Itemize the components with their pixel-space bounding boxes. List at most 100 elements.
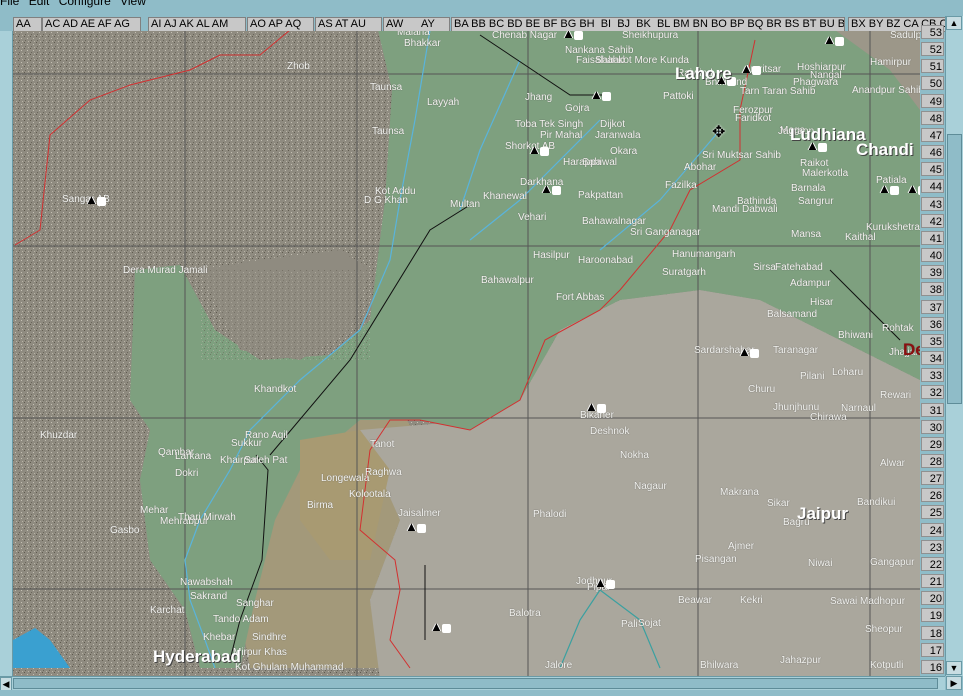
military-unit-marker[interactable]: ▲ bbox=[85, 193, 107, 207]
city-label-major: Ludhiana bbox=[790, 125, 866, 144]
row-header[interactable]: 20 bbox=[921, 591, 944, 606]
row-header[interactable]: 36 bbox=[921, 316, 944, 331]
military-unit-marker[interactable]: ▲ bbox=[594, 576, 616, 590]
menu-file[interactable]: File bbox=[0, 0, 19, 8]
city-label: Nokha bbox=[620, 450, 649, 461]
row-header[interactable]: 40 bbox=[921, 248, 944, 263]
row-header[interactable]: 17 bbox=[921, 642, 944, 657]
map-view[interactable]: Dera Ismail KhanMalanaBhakkarZhobTaunsaL… bbox=[13, 31, 920, 676]
vertical-scroll-thumb[interactable] bbox=[947, 134, 962, 404]
city-label: Larkana bbox=[175, 451, 212, 462]
row-header[interactable]: 38 bbox=[921, 282, 944, 297]
military-unit-marker[interactable]: ▲ bbox=[906, 182, 920, 196]
row-header[interactable]: 39 bbox=[921, 265, 944, 280]
city-label: Mehar bbox=[140, 505, 169, 516]
row-header[interactable]: 26 bbox=[921, 488, 944, 503]
row-header[interactable]: 18 bbox=[921, 625, 944, 640]
column-header[interactable]: AO AP AQ bbox=[247, 17, 314, 32]
city-label: Toba Tek Singh bbox=[515, 119, 584, 130]
unit-flag-icon bbox=[890, 186, 899, 195]
row-header[interactable]: 48 bbox=[921, 110, 944, 125]
military-unit-marker[interactable]: ▲ bbox=[585, 400, 607, 414]
row-header[interactable]: 42 bbox=[921, 213, 944, 228]
column-header[interactable]: BA BB BC BD BE BF BG BH BI BJ BK BL BM B… bbox=[451, 17, 845, 32]
row-header[interactable]: 41 bbox=[921, 230, 944, 245]
menu-view[interactable]: View bbox=[120, 0, 146, 8]
column-header[interactable]: AI AJ AK AL AM bbox=[148, 17, 246, 32]
military-unit-marker[interactable]: ▲ bbox=[738, 345, 760, 359]
city-label: Pattoki bbox=[663, 91, 694, 102]
city-label: Sheikhupura bbox=[622, 31, 679, 41]
horizontal-scroll-thumb[interactable] bbox=[13, 678, 938, 689]
city-label: Zhob bbox=[287, 61, 310, 72]
row-header[interactable]: 30 bbox=[921, 419, 944, 434]
military-unit-marker[interactable]: ▲ bbox=[540, 182, 562, 196]
scroll-left-button[interactable]: ◀ bbox=[0, 677, 12, 691]
row-header[interactable]: 45 bbox=[921, 162, 944, 177]
row-header[interactable]: 35 bbox=[921, 333, 944, 348]
row-header[interactable]: 43 bbox=[921, 196, 944, 211]
menu-configure[interactable]: Configure bbox=[59, 0, 111, 8]
row-header[interactable]: 53 bbox=[921, 25, 944, 39]
row-header[interactable]: 51 bbox=[921, 59, 944, 74]
row-header[interactable]: 49 bbox=[921, 93, 944, 108]
city-label: Jaisalmer bbox=[398, 508, 441, 519]
row-header[interactable]: 28 bbox=[921, 454, 944, 468]
row-header[interactable]: 34 bbox=[921, 351, 944, 366]
row-header[interactable]: 23 bbox=[921, 539, 944, 554]
row-header[interactable]: 19 bbox=[921, 608, 944, 623]
military-unit-marker[interactable]: ▲ bbox=[430, 620, 452, 634]
military-unit-marker[interactable]: ▲ bbox=[590, 88, 612, 102]
city-label-major: Hyderabad bbox=[153, 647, 241, 666]
city-label: Pakpattan bbox=[578, 190, 624, 201]
city-label: Sri Ganganagar bbox=[630, 227, 701, 238]
unit-symbol-icon: ▲ bbox=[878, 181, 891, 196]
row-header[interactable]: 47 bbox=[921, 127, 944, 142]
city-label: Kotputli bbox=[870, 660, 904, 671]
move-cursor-icon[interactable]: ✥ bbox=[712, 122, 734, 141]
military-unit-marker[interactable]: ▲ bbox=[405, 520, 427, 534]
scroll-right-button[interactable]: ▶ bbox=[946, 676, 962, 690]
row-header[interactable]: 52 bbox=[921, 42, 944, 57]
row-header[interactable]: 32 bbox=[921, 385, 944, 400]
scroll-up-button[interactable]: ▲ bbox=[946, 16, 962, 30]
row-header[interactable]: 16 bbox=[921, 659, 944, 674]
unit-symbol-icon: ▲ bbox=[740, 61, 753, 76]
military-unit-marker[interactable]: ▲ bbox=[528, 143, 550, 157]
row-header[interactable]: 31 bbox=[921, 402, 944, 417]
city-label: Gasbo bbox=[110, 525, 140, 536]
menu-edit[interactable]: Edit bbox=[29, 0, 50, 8]
row-header[interactable]: 50 bbox=[921, 76, 944, 91]
left-frame bbox=[0, 31, 13, 676]
military-unit-marker[interactable]: ▲ bbox=[562, 31, 584, 41]
horizontal-scrollbar[interactable]: ◀ bbox=[0, 676, 945, 691]
row-header[interactable]: 27 bbox=[921, 471, 944, 486]
row-header[interactable]: 37 bbox=[921, 299, 944, 314]
row-header[interactable]: 33 bbox=[921, 368, 944, 383]
scroll-down-button[interactable]: ▼ bbox=[946, 661, 962, 675]
column-header[interactable]: AW AY bbox=[383, 17, 450, 32]
row-header[interactable]: 44 bbox=[921, 179, 944, 194]
column-header[interactable]: AC AD AE AF AG bbox=[42, 17, 141, 32]
city-label-major: Jaipur bbox=[797, 504, 849, 523]
row-header[interactable]: 29 bbox=[921, 436, 944, 451]
vertical-scrollbar[interactable]: ▲ ▼ bbox=[945, 16, 963, 676]
military-unit-marker[interactable]: ▲ bbox=[823, 33, 845, 47]
military-unit-marker[interactable]: ▲ bbox=[878, 182, 900, 196]
row-header[interactable]: 25 bbox=[921, 505, 944, 520]
row-header[interactable]: 21 bbox=[921, 574, 944, 589]
row-header[interactable]: 24 bbox=[921, 522, 944, 537]
city-label: Bhilwara bbox=[700, 660, 739, 671]
city-label: Taranagar bbox=[773, 345, 819, 356]
city-label: Okara bbox=[610, 146, 638, 157]
row-header[interactable]: 46 bbox=[921, 145, 944, 160]
city-label: Loharu bbox=[832, 367, 864, 378]
column-header[interactable]: AA bbox=[13, 17, 42, 32]
city-label: Jhang bbox=[525, 92, 553, 103]
row-header[interactable]: 22 bbox=[921, 556, 944, 571]
unit-symbol-icon: ▲ bbox=[405, 519, 418, 534]
military-unit-marker[interactable]: ▲ bbox=[740, 62, 762, 76]
unit-symbol-icon: ▲ bbox=[528, 142, 541, 157]
column-header[interactable]: AS AT AU bbox=[315, 17, 382, 32]
city-label: Dijkot bbox=[600, 119, 626, 130]
